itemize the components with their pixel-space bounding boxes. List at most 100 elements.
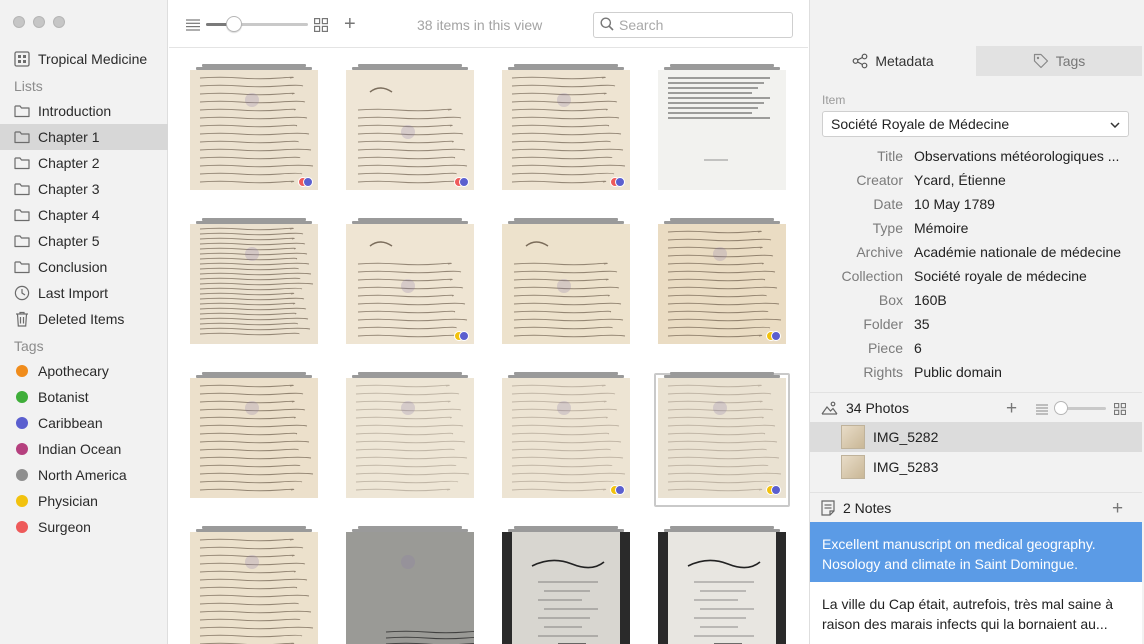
sidebar-item-introduction[interactable]: Introduction <box>0 98 168 124</box>
clock-icon <box>13 284 31 302</box>
document-thumbnail <box>190 532 318 644</box>
sidebar-item-label: Conclusion <box>38 259 108 275</box>
sidebar-item-last-import[interactable]: Last Import <box>0 280 168 306</box>
metadata-field-type[interactable]: Type Mémoire <box>810 216 1142 240</box>
sidebar-tag-apothecary[interactable]: Apothecary <box>0 358 168 384</box>
sidebar-tag-label: Caribbean <box>38 415 103 431</box>
folder-icon <box>13 180 31 198</box>
tag-badge <box>610 177 625 187</box>
sidebar-tag-caribbean[interactable]: Caribbean <box>0 410 168 436</box>
metadata-field-folder[interactable]: Folder 35 <box>810 312 1142 336</box>
metadata-value[interactable]: 160B <box>914 292 1124 308</box>
photo-zoom-knob[interactable] <box>1054 401 1068 415</box>
metadata-field-date[interactable]: Date 10 May 1789 <box>810 192 1142 216</box>
tag-badge <box>454 331 469 341</box>
document-thumbnail <box>190 224 318 344</box>
metadata-value[interactable]: Ycard, Étienne <box>914 172 1124 188</box>
document-thumbnail <box>658 70 786 190</box>
document-thumbnail <box>658 378 786 498</box>
metadata-field-piece[interactable]: Piece 6 <box>810 336 1142 360</box>
sidebar-tag-physician[interactable]: Physician <box>0 488 168 514</box>
metadata-key: Creator <box>856 172 903 188</box>
metadata-field-archive[interactable]: Archive Académie nationale de médecine <box>810 240 1142 264</box>
document-thumbnail <box>502 378 630 498</box>
sidebar-item-deleted-items[interactable]: Deleted Items <box>0 306 168 332</box>
document-thumbnail <box>346 378 474 498</box>
metadata-field-box[interactable]: Box 160B <box>810 288 1142 312</box>
sidebar-tag-label: Botanist <box>38 389 89 405</box>
metadata-field-collection[interactable]: Collection Société royale de médecine <box>810 264 1142 288</box>
minimize-window-button[interactable] <box>33 16 45 28</box>
sidebar-project[interactable]: Tropical Medicine <box>0 46 168 72</box>
share-nodes-icon <box>852 53 868 69</box>
metadata-value[interactable]: 6 <box>914 340 1124 356</box>
project-label: Tropical Medicine <box>38 51 148 67</box>
add-photo-button[interactable]: + <box>1006 398 1017 420</box>
add-item-button[interactable]: + <box>344 14 356 34</box>
photo-row[interactable]: IMG_5282 <box>810 422 1142 452</box>
metadata-value[interactable]: Mémoire <box>914 220 1124 236</box>
sidebar-item-chapter-3[interactable]: Chapter 3 <box>0 176 168 202</box>
metadata-value[interactable]: Public domain <box>914 364 1124 380</box>
photo-row[interactable]: IMG_5283 <box>810 452 1142 482</box>
metadata-key: Folder <box>863 316 903 332</box>
metadata-value[interactable]: Observations météorologiques ... <box>914 148 1124 164</box>
notes-header: 2 Notes + <box>810 492 1142 522</box>
metadata-value[interactable]: 35 <box>914 316 1124 332</box>
grid-view-icon[interactable] <box>314 18 328 35</box>
document-thumbnail <box>346 224 474 344</box>
sidebar-tag-north-america[interactable]: North America <box>0 462 168 488</box>
tab-metadata[interactable]: Metadata <box>810 46 976 76</box>
zoom-slider-knob[interactable] <box>225 16 242 32</box>
photo-grid-view-icon[interactable] <box>1113 402 1127 418</box>
sidebar-item-chapter-4[interactable]: Chapter 4 <box>0 202 168 228</box>
document-thumbnail <box>190 70 318 190</box>
tag-badge <box>610 485 625 495</box>
tag-color-dot-icon <box>13 414 31 432</box>
metadata-field-rights[interactable]: Rights Public domain <box>810 360 1142 384</box>
search-input[interactable] <box>619 17 779 33</box>
tag-color-dot-icon <box>13 362 31 380</box>
document-thumbnail <box>502 224 630 344</box>
sidebar-item-label: Chapter 5 <box>38 233 100 249</box>
folder-icon <box>13 206 31 224</box>
sidebar-tag-label: Surgeon <box>38 519 91 535</box>
metadata-field-creator[interactable]: Creator Ycard, Étienne <box>810 168 1142 192</box>
document-thumbnail <box>658 532 786 644</box>
close-window-button[interactable] <box>13 16 25 28</box>
zoom-window-button[interactable] <box>53 16 65 28</box>
item-select[interactable]: Société Royale de Médecine <box>822 111 1129 137</box>
sidebar-item-chapter-5[interactable]: Chapter 5 <box>0 228 168 254</box>
document-thumbnail <box>502 70 630 190</box>
sidebar-item-chapter-1[interactable]: Chapter 1 <box>0 124 168 150</box>
sidebar-tag-surgeon[interactable]: Surgeon <box>0 514 168 540</box>
metadata-value[interactable]: Société royale de médecine <box>914 268 1124 284</box>
metadata-value[interactable]: 10 May 1789 <box>914 196 1124 212</box>
sidebar-tag-botanist[interactable]: Botanist <box>0 384 168 410</box>
tab-tags[interactable]: Tags <box>976 46 1142 76</box>
document-thumbnail <box>502 532 630 644</box>
metadata-key: Date <box>873 196 903 212</box>
tag-badge-dot <box>615 485 625 495</box>
metadata-field-title[interactable]: Title Observations météorologiques ... <box>810 144 1142 168</box>
search-box[interactable] <box>593 12 793 38</box>
note-item-selected[interactable]: Excellent manuscript on medical geograph… <box>810 522 1142 582</box>
sidebar-item-chapter-2[interactable]: Chapter 2 <box>0 150 168 176</box>
folder-icon <box>13 232 31 250</box>
sidebar-tag-indian-ocean[interactable]: Indian Ocean <box>0 436 168 462</box>
tag-badge-dot <box>615 177 625 187</box>
tab-metadata-label: Metadata <box>875 53 934 69</box>
sidebar-item-conclusion[interactable]: Conclusion <box>0 254 168 280</box>
metadata-key: Archive <box>856 244 903 260</box>
tab-tags-label: Tags <box>1055 53 1086 69</box>
metadata-value[interactable]: Académie nationale de médecine <box>914 244 1124 260</box>
photos-header: 34 Photos + <box>810 392 1142 422</box>
photo-list-view-icon[interactable] <box>1036 402 1048 418</box>
tag-color-dot-icon <box>13 466 31 484</box>
tag-icon <box>1033 53 1049 69</box>
add-note-button[interactable]: + <box>1112 498 1123 520</box>
document-thumbnail <box>190 378 318 498</box>
note-item[interactable]: La ville du Cap était, autrefois, très m… <box>810 582 1142 644</box>
tag-badge <box>766 331 781 341</box>
list-view-icon[interactable] <box>186 18 200 34</box>
